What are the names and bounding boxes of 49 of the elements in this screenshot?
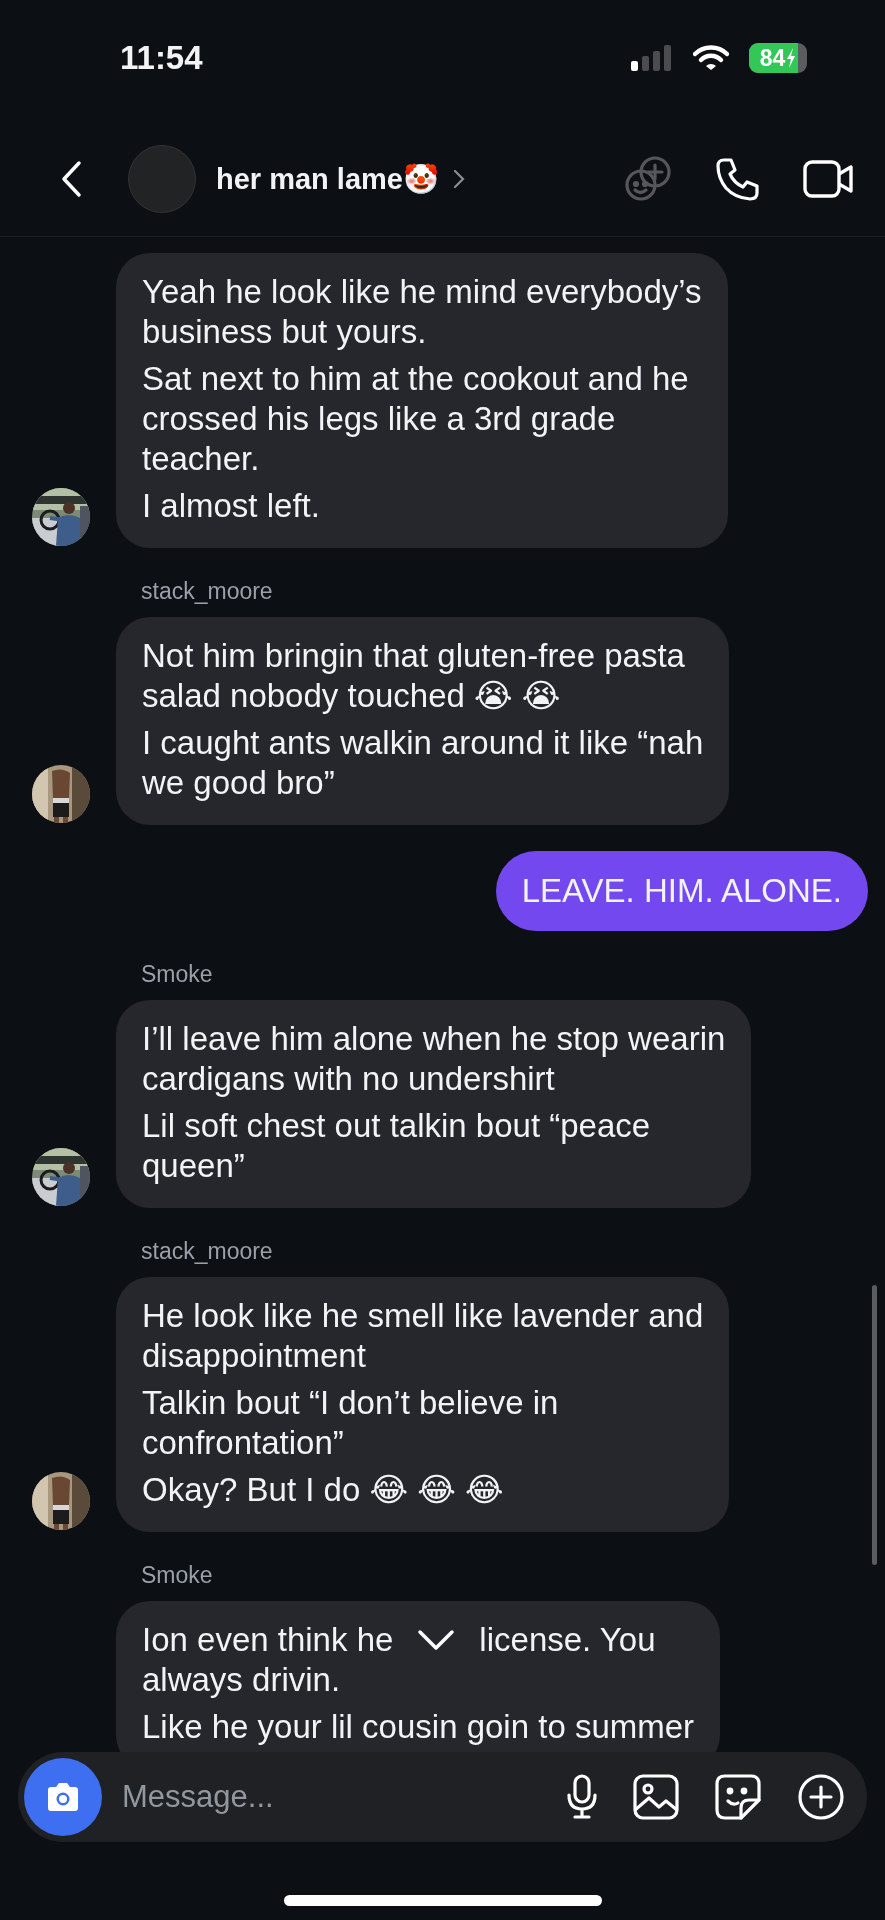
people-plus-icon <box>623 154 673 204</box>
camera-button[interactable] <box>24 1758 102 1836</box>
signal-icon <box>631 45 673 71</box>
status-time: 11:54 <box>120 39 203 77</box>
message-text: Ion even think he <box>142 1620 394 1660</box>
chevron-right-icon <box>453 169 465 189</box>
message-text: He look like he smell like lavender and disappointment <box>142 1296 704 1376</box>
message-text: I’ll leave him alone when he stop wearin cardigans with no undershirt <box>142 1019 726 1099</box>
plus-circle-icon <box>797 1773 845 1821</box>
message-text: Not him bringin that gluten-free pasta salad nobody touched 😭 😭 <box>142 636 686 716</box>
message-text: Like he your lil cousin goin to summer <box>142 1707 695 1747</box>
call-button[interactable] <box>715 156 761 202</box>
sender-name: Smoke <box>141 961 214 988</box>
message-input[interactable]: Message... <box>120 1778 567 1816</box>
message-bubble[interactable]: LEAVE. HIM. ALONE. <box>495 851 868 931</box>
chat-title[interactable]: her man lame🤡 <box>216 162 439 196</box>
camera-icon <box>45 1782 81 1812</box>
message-text: Talkin bout “I don’t believe in confrontation” <box>142 1383 560 1463</box>
message-text: Okay? But I do 😂 😂 😂 <box>142 1470 505 1510</box>
message-text: license. You <box>479 1620 656 1660</box>
message-bubble[interactable]: Not him bringin that gluten-free pasta salad nobody touched 😭 😭 I caught ants walkin around it like “nah we good bro” <box>116 617 730 825</box>
microphone-button[interactable] <box>567 1774 597 1820</box>
image-icon <box>633 1774 679 1820</box>
message-bubble[interactable]: He look like he smell like lavender and disappointment Talkin bout “I don’t believe in confrontation” Okay? But I do 😂 😂 😂 <box>116 1277 730 1532</box>
message-text: Lil soft chest out talkin bout “peace queen” <box>142 1106 652 1186</box>
message-text: Sat next to him at the cookout and he crossed his legs like a 3rd grade teacher. <box>142 359 690 479</box>
phone-icon <box>715 156 761 202</box>
message-bubble[interactable]: Yeah he look like he mind everybody’s business but yours. Sat next to him at the cookout and he crossed his legs like a 3rd grade teacher. I almost left. <box>116 253 728 548</box>
video-call-button[interactable] <box>803 159 855 199</box>
sender-name: Smoke <box>141 1562 214 1589</box>
sender-name: stack_moore <box>141 578 274 605</box>
message-bubble[interactable]: Ion even think he license. You always drivin. Like he your lil cousin goin to summer <box>116 1601 721 1752</box>
back-icon <box>60 160 82 198</box>
microphone-icon <box>567 1774 597 1820</box>
sticker-button[interactable] <box>715 1774 761 1820</box>
message-text: Yeah he look like he mind everybody’s business but yours. <box>142 272 702 352</box>
message-text: I almost left. <box>142 486 321 526</box>
wifi-icon <box>693 45 729 71</box>
message-bubble[interactable]: I’ll leave him alone when he stop wearin cardigans with no undershirt Lil soft chest out talkin bout “peace queen” <box>116 1000 752 1208</box>
video-camera-icon <box>803 159 855 199</box>
message-text: I caught ants walkin around it like “nah we good bro” <box>142 723 704 803</box>
sender-name: stack_moore <box>141 1238 274 1265</box>
battery-percent: 84 <box>759 44 786 72</box>
sticker-icon <box>715 1774 761 1820</box>
chevron-down-icon <box>416 1628 457 1652</box>
gallery-button[interactable] <box>633 1774 679 1820</box>
message-text: LEAVE. HIM. ALONE. <box>521 871 842 911</box>
add-button[interactable] <box>797 1773 845 1821</box>
message-text: always drivin. <box>142 1660 342 1700</box>
